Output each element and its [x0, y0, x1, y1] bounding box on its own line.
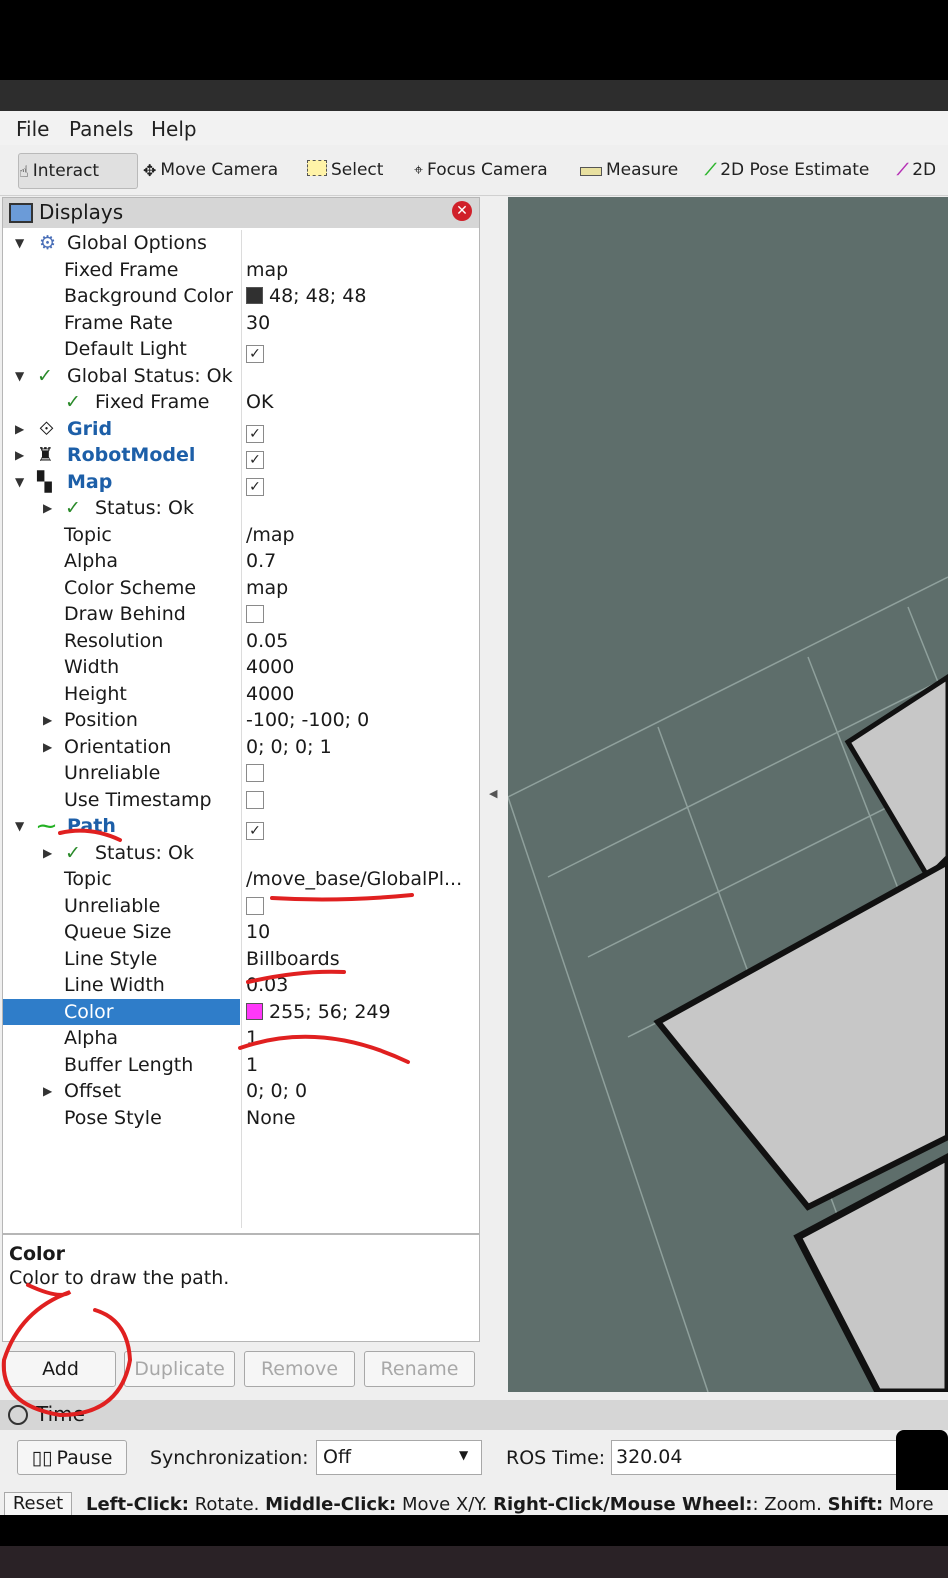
- annotation-underline-path: [58, 828, 122, 842]
- red-annotations: [1, 828, 414, 1418]
- annotation-underline-line-style: [246, 969, 346, 984]
- annotation-underline-alpha: [238, 1034, 410, 1064]
- annotation-underline-topic: [270, 893, 414, 902]
- annotation-circle-add: [1, 1283, 133, 1418]
